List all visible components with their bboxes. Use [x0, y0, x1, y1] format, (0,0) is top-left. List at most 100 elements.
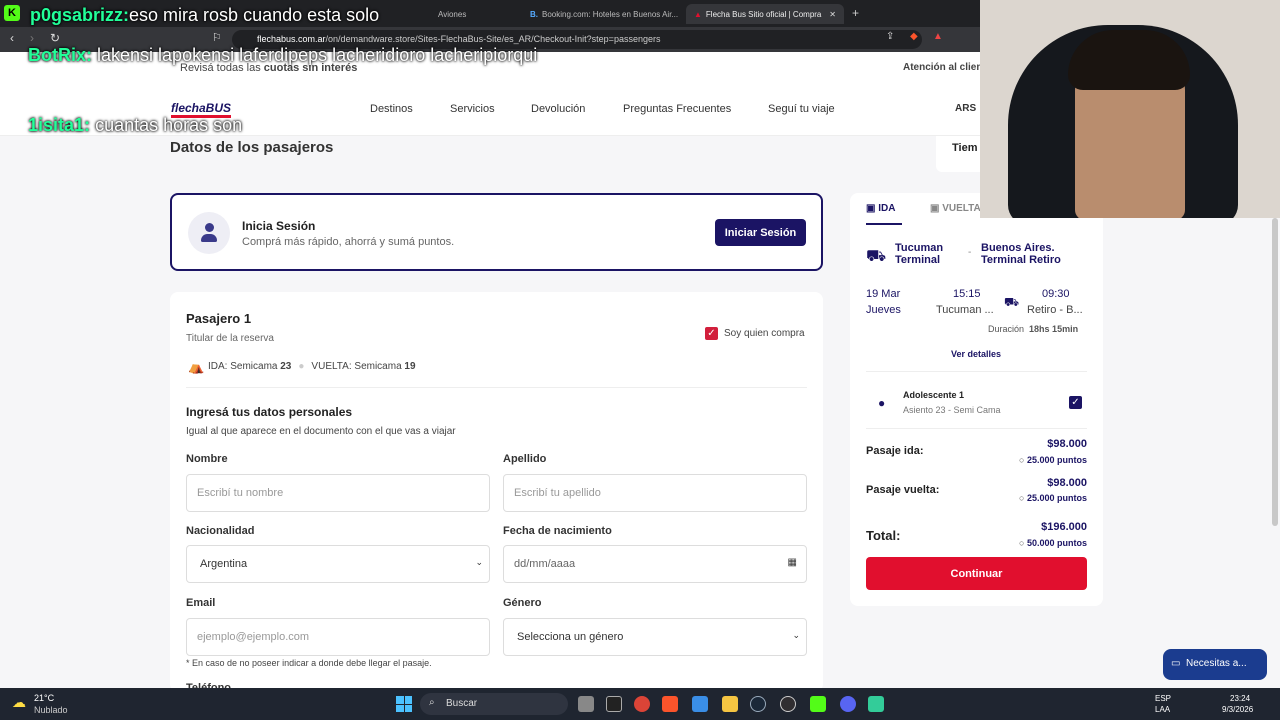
explorer-icon[interactable] [722, 696, 738, 712]
continue-button[interactable]: Continuar [866, 557, 1087, 590]
nacionalidad-select[interactable]: Argentina ⌄ [186, 545, 490, 583]
pax-seat: Asiento 23 - Semi Cama [903, 405, 1001, 415]
tab-aviones[interactable]: Aviones [430, 4, 520, 24]
search-bar[interactable]: ⌕ Buscar [420, 693, 568, 715]
url-domain: flechabus.com.ar [257, 34, 326, 44]
weather-temp: 21°C [34, 693, 55, 703]
nav-devolucion[interactable]: Devolución [531, 103, 585, 115]
scrollbar[interactable] [1272, 218, 1278, 526]
start-icon[interactable] [396, 696, 412, 712]
buyer-checkbox[interactable]: ✓ [705, 327, 718, 340]
trip-date: 19 Mar [866, 288, 901, 300]
store-icon[interactable] [692, 696, 708, 712]
tab-booking[interactable]: B. Booking.com: Hoteles en Buenos Air... [522, 4, 682, 24]
booking-icon: B. [530, 9, 538, 19]
details-link[interactable]: Ver detalles [951, 349, 1001, 359]
chat-line: BotRix: lakensi lapokensi laferdipeps la… [28, 45, 538, 65]
email-label: Email [186, 597, 216, 609]
arrival-place: Retiro - B... [1027, 304, 1083, 316]
brave-icon[interactable] [662, 696, 678, 712]
nombre-input[interactable]: Escribí tu nombre [186, 474, 490, 512]
brave-shield-icon[interactable]: ◆ [910, 31, 918, 42]
weather-icon[interactable]: ☁ [12, 694, 26, 711]
fecha-input[interactable]: dd/mm/aaaa ▦ [503, 545, 807, 583]
section-subtitle: Igual al que aparece en el documento con… [186, 426, 456, 437]
clock-time[interactable]: 23:24 [1230, 694, 1250, 703]
nav-track[interactable]: Seguí tu viaje [768, 103, 835, 115]
app-icon[interactable] [868, 696, 884, 712]
destination: Buenos Aires. Terminal Retiro [981, 242, 1061, 266]
currency-selector[interactable]: ARS [955, 103, 976, 114]
tab-vuelta[interactable]: ▣ VUELTA [930, 203, 981, 214]
new-tab-icon[interactable]: + [852, 6, 859, 20]
trip-summary: ▣ IDA ▣ VUELTA ⛟ Tucuman Terminal - Buen… [850, 193, 1103, 606]
vuelta-points: ○ 25.000 puntos [1019, 493, 1087, 503]
total-label: Total: [866, 528, 901, 543]
chat-icon: ▭ [1171, 658, 1181, 669]
login-card: Inicia Sesión Comprá más rápido, ahorrá … [170, 193, 823, 271]
discord-icon[interactable] [840, 696, 856, 712]
duration: Duración 18hs 15min [988, 324, 1079, 334]
chrome-icon[interactable] [634, 696, 650, 712]
epic-games-icon[interactable] [606, 696, 622, 712]
nav-servicios[interactable]: Servicios [450, 103, 495, 115]
obs-icon[interactable] [780, 696, 796, 712]
tab-flechabus-label: Flecha Bus Sitio oficial | Compra [705, 9, 822, 19]
departure-place: Tucuman ... [936, 304, 994, 316]
fecha-placeholder: dd/mm/aaaa [514, 558, 576, 570]
calendar-icon[interactable]: ▦ [788, 557, 797, 568]
share-icon[interactable]: ⇪ [886, 31, 894, 42]
nav-destinos[interactable]: Destinos [370, 103, 413, 115]
email-note: * En caso de no poseer indicar a donde d… [186, 658, 432, 668]
genero-value: Selecciona un género [517, 631, 624, 643]
genero-select[interactable]: Selecciona un género ⌄ [503, 618, 807, 656]
bus-icon: ▣ [930, 203, 940, 214]
clock-date: 9/3/2026 [1222, 705, 1254, 714]
chat-line: 1isita1: cuantas horas son [28, 115, 243, 135]
divider [866, 371, 1087, 372]
login-button[interactable]: Iniciar Sesión [715, 219, 806, 246]
customer-service-link[interactable]: Atención al clien [903, 62, 982, 73]
nav-faq[interactable]: Preguntas Frecuentes [623, 103, 731, 115]
pax-checkbox[interactable]: ✓ [1069, 396, 1082, 409]
apellido-input[interactable]: Escribí tu apellido [503, 474, 807, 512]
seat-icon: ⛺ [188, 359, 205, 374]
total-price: $196.000 [1041, 521, 1087, 533]
tab-ida[interactable]: ▣ IDA [866, 203, 902, 225]
nacionalidad-value: Argentina [200, 558, 248, 570]
kick-taskbar-icon[interactable] [810, 696, 826, 712]
chevron-down-icon: ⌄ [792, 630, 800, 640]
arrival-time: 09:30 [1042, 288, 1070, 300]
genero-label: Género [503, 597, 542, 609]
search-icon: ⌕ [429, 697, 435, 708]
ida-points: ○ 25.000 puntos [1019, 455, 1087, 465]
brave-rewards-icon[interactable]: ▲ [933, 31, 943, 42]
bus-icon: ⛟ [1004, 295, 1020, 309]
url-path: /on/demandware.store/Sites-FlechaBus-Sit… [325, 34, 661, 44]
weather-desc: Nublado [34, 705, 68, 715]
bookmark-icon[interactable]: ⚐ [212, 31, 222, 44]
pax-title: Adolescente 1 [903, 390, 965, 400]
bus-route-icon: ⛟ [866, 248, 887, 265]
kick-icon[interactable]: K [4, 5, 20, 21]
help-chat-button[interactable]: ▭ Necesitas a... [1163, 649, 1267, 680]
ida-label: Pasaje ida: [866, 445, 924, 457]
apellido-label: Apellido [503, 453, 547, 465]
email-input[interactable]: ejemplo@ejemplo.com [186, 618, 490, 656]
back-icon[interactable]: ‹ [10, 31, 14, 45]
origin: Tucuman Terminal [895, 242, 944, 266]
reload-icon[interactable]: ↻ [50, 31, 60, 45]
tab-flechabus[interactable]: ▲ Flecha Bus Sitio oficial | Compra ✕ [686, 4, 844, 24]
passenger-card: Pasajero 1 Titular de la reserva ✓ Soy q… [170, 292, 823, 694]
nombre-label: Nombre [186, 453, 228, 465]
forward-icon[interactable]: › [30, 31, 34, 45]
passenger-subtitle: Titular de la reserva [186, 333, 274, 344]
steam-icon[interactable] [750, 696, 766, 712]
taskview-icon[interactable] [578, 696, 594, 712]
lang-indicator[interactable]: ESP [1155, 694, 1171, 703]
login-subtitle: Comprá más rápido, ahorrá y sumá puntos. [242, 236, 455, 248]
close-tab-icon[interactable]: ✕ [829, 10, 836, 19]
person-icon: ● [878, 396, 886, 410]
lang-layout: LAA [1155, 705, 1171, 714]
webcam-overlay [980, 0, 1280, 218]
